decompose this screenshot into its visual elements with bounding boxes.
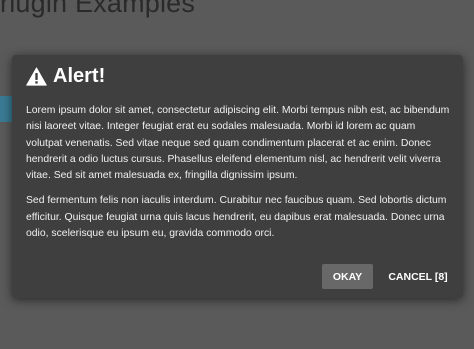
dialog-body: Lorem ipsum dolor sit amet, consectetur … <box>26 103 450 251</box>
dialog-header: Alert! <box>26 65 105 88</box>
okay-button[interactable]: OKAY <box>322 264 373 289</box>
alert-dialog: Alert! Lorem ipsum dolor sit amet, conse… <box>12 55 463 298</box>
dialog-paragraph: Sed fermentum felis non iaculis interdum… <box>26 195 447 240</box>
cancel-button[interactable]: CANCEL [8] <box>385 264 451 289</box>
page-heading: rlugin Examples <box>0 0 196 18</box>
warning-icon <box>26 67 47 86</box>
dialog-title: Alert! <box>53 65 106 87</box>
dialog-footer: OKAY CANCEL [8] <box>322 264 451 289</box>
dialog-paragraph: Lorem ipsum dolor sit amet, consectetur … <box>26 105 450 182</box>
